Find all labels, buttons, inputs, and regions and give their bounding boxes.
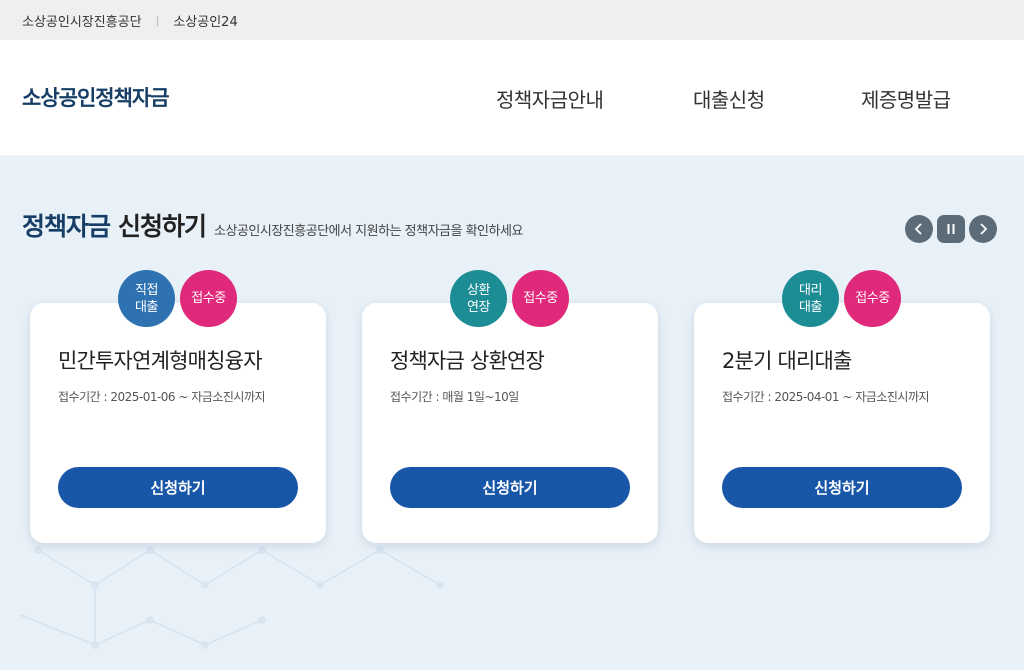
status-badge: 접수중 — [512, 270, 569, 327]
section-heading: 정책자금 신청하기 소상공인시장진흥공단에서 지원하는 정책자금을 확인하세요 — [22, 207, 523, 243]
badge-line: 대출 — [135, 299, 158, 315]
fund-card: 정책자금 상환연장 접수기간 : 매월 1일~10일 신청하기 — [362, 303, 658, 543]
slider-next-button[interactable] — [969, 215, 997, 243]
badge-line: 대리 — [799, 282, 822, 298]
card-title: 민간투자연계형매칭융자 — [58, 349, 263, 373]
loan-type-badge: 대리 대출 — [782, 270, 839, 327]
apply-button[interactable]: 신청하기 — [58, 467, 298, 508]
badge-line: 상환 — [467, 282, 490, 298]
nav-loan-application[interactable]: 대출신청 — [693, 84, 765, 113]
apply-button[interactable]: 신청하기 — [390, 467, 630, 508]
utility-bar: 소상공인시장진흥공단 | 소상공인24 — [0, 0, 1024, 40]
card-period: 접수기간 : 2025-01-06 ~ 자금소진시까지 — [58, 390, 266, 404]
chevron-right-icon — [980, 223, 988, 235]
site-header: 소상공인정책자금 정책자금안내 대출신청 제증명발급 — [0, 40, 1024, 155]
section-title-highlight: 정책자금 — [22, 212, 111, 241]
badge-line: 대출 — [799, 299, 822, 315]
fund-card: 2분기 대리대출 접수기간 : 2025-04-01 ~ 자금소진시까지 신청하… — [694, 303, 990, 543]
fund-card: 민간투자연계형매칭융자 접수기간 : 2025-01-06 ~ 자금소진시까지 … — [30, 303, 326, 543]
nav-certificate-issue[interactable]: 제증명발급 — [861, 84, 951, 113]
card-period: 접수기간 : 매월 1일~10일 — [390, 390, 519, 404]
nav-policy-fund-info[interactable]: 정책자금안내 — [496, 84, 604, 113]
status-badge: 접수중 — [180, 270, 237, 327]
pause-icon — [947, 224, 955, 234]
badge-line: 직접 — [135, 282, 158, 298]
card-title: 2분기 대리대출 — [722, 349, 852, 373]
link-semas[interactable]: 소상공인시장진흥공단 — [22, 11, 142, 30]
slider-pause-button[interactable] — [937, 215, 965, 243]
link-sosang24[interactable]: 소상공인24 — [173, 11, 237, 30]
badge-line: 연장 — [467, 299, 490, 315]
main-content: 정책자금 신청하기 소상공인시장진흥공단에서 지원하는 정책자금을 확인하세요 … — [0, 155, 1024, 670]
chevron-left-icon — [914, 223, 922, 235]
section-title-rest: 신청하기 — [118, 212, 207, 241]
separator: | — [155, 13, 160, 27]
card-period: 접수기간 : 2025-04-01 ~ 자금소진시까지 — [722, 390, 930, 404]
network-pattern-decoration — [19, 546, 444, 649]
section-subtitle: 소상공인시장진흥공단에서 지원하는 정책자금을 확인하세요 — [214, 224, 523, 239]
site-logo[interactable]: 소상공인정책자금 — [22, 82, 170, 112]
apply-button[interactable]: 신청하기 — [722, 467, 962, 508]
status-badge: 접수중 — [844, 270, 901, 327]
loan-type-badge: 상환 연장 — [450, 270, 507, 327]
loan-type-badge: 직접 대출 — [118, 270, 175, 327]
slider-prev-button[interactable] — [905, 215, 933, 243]
card-title: 정책자금 상환연장 — [390, 349, 545, 373]
